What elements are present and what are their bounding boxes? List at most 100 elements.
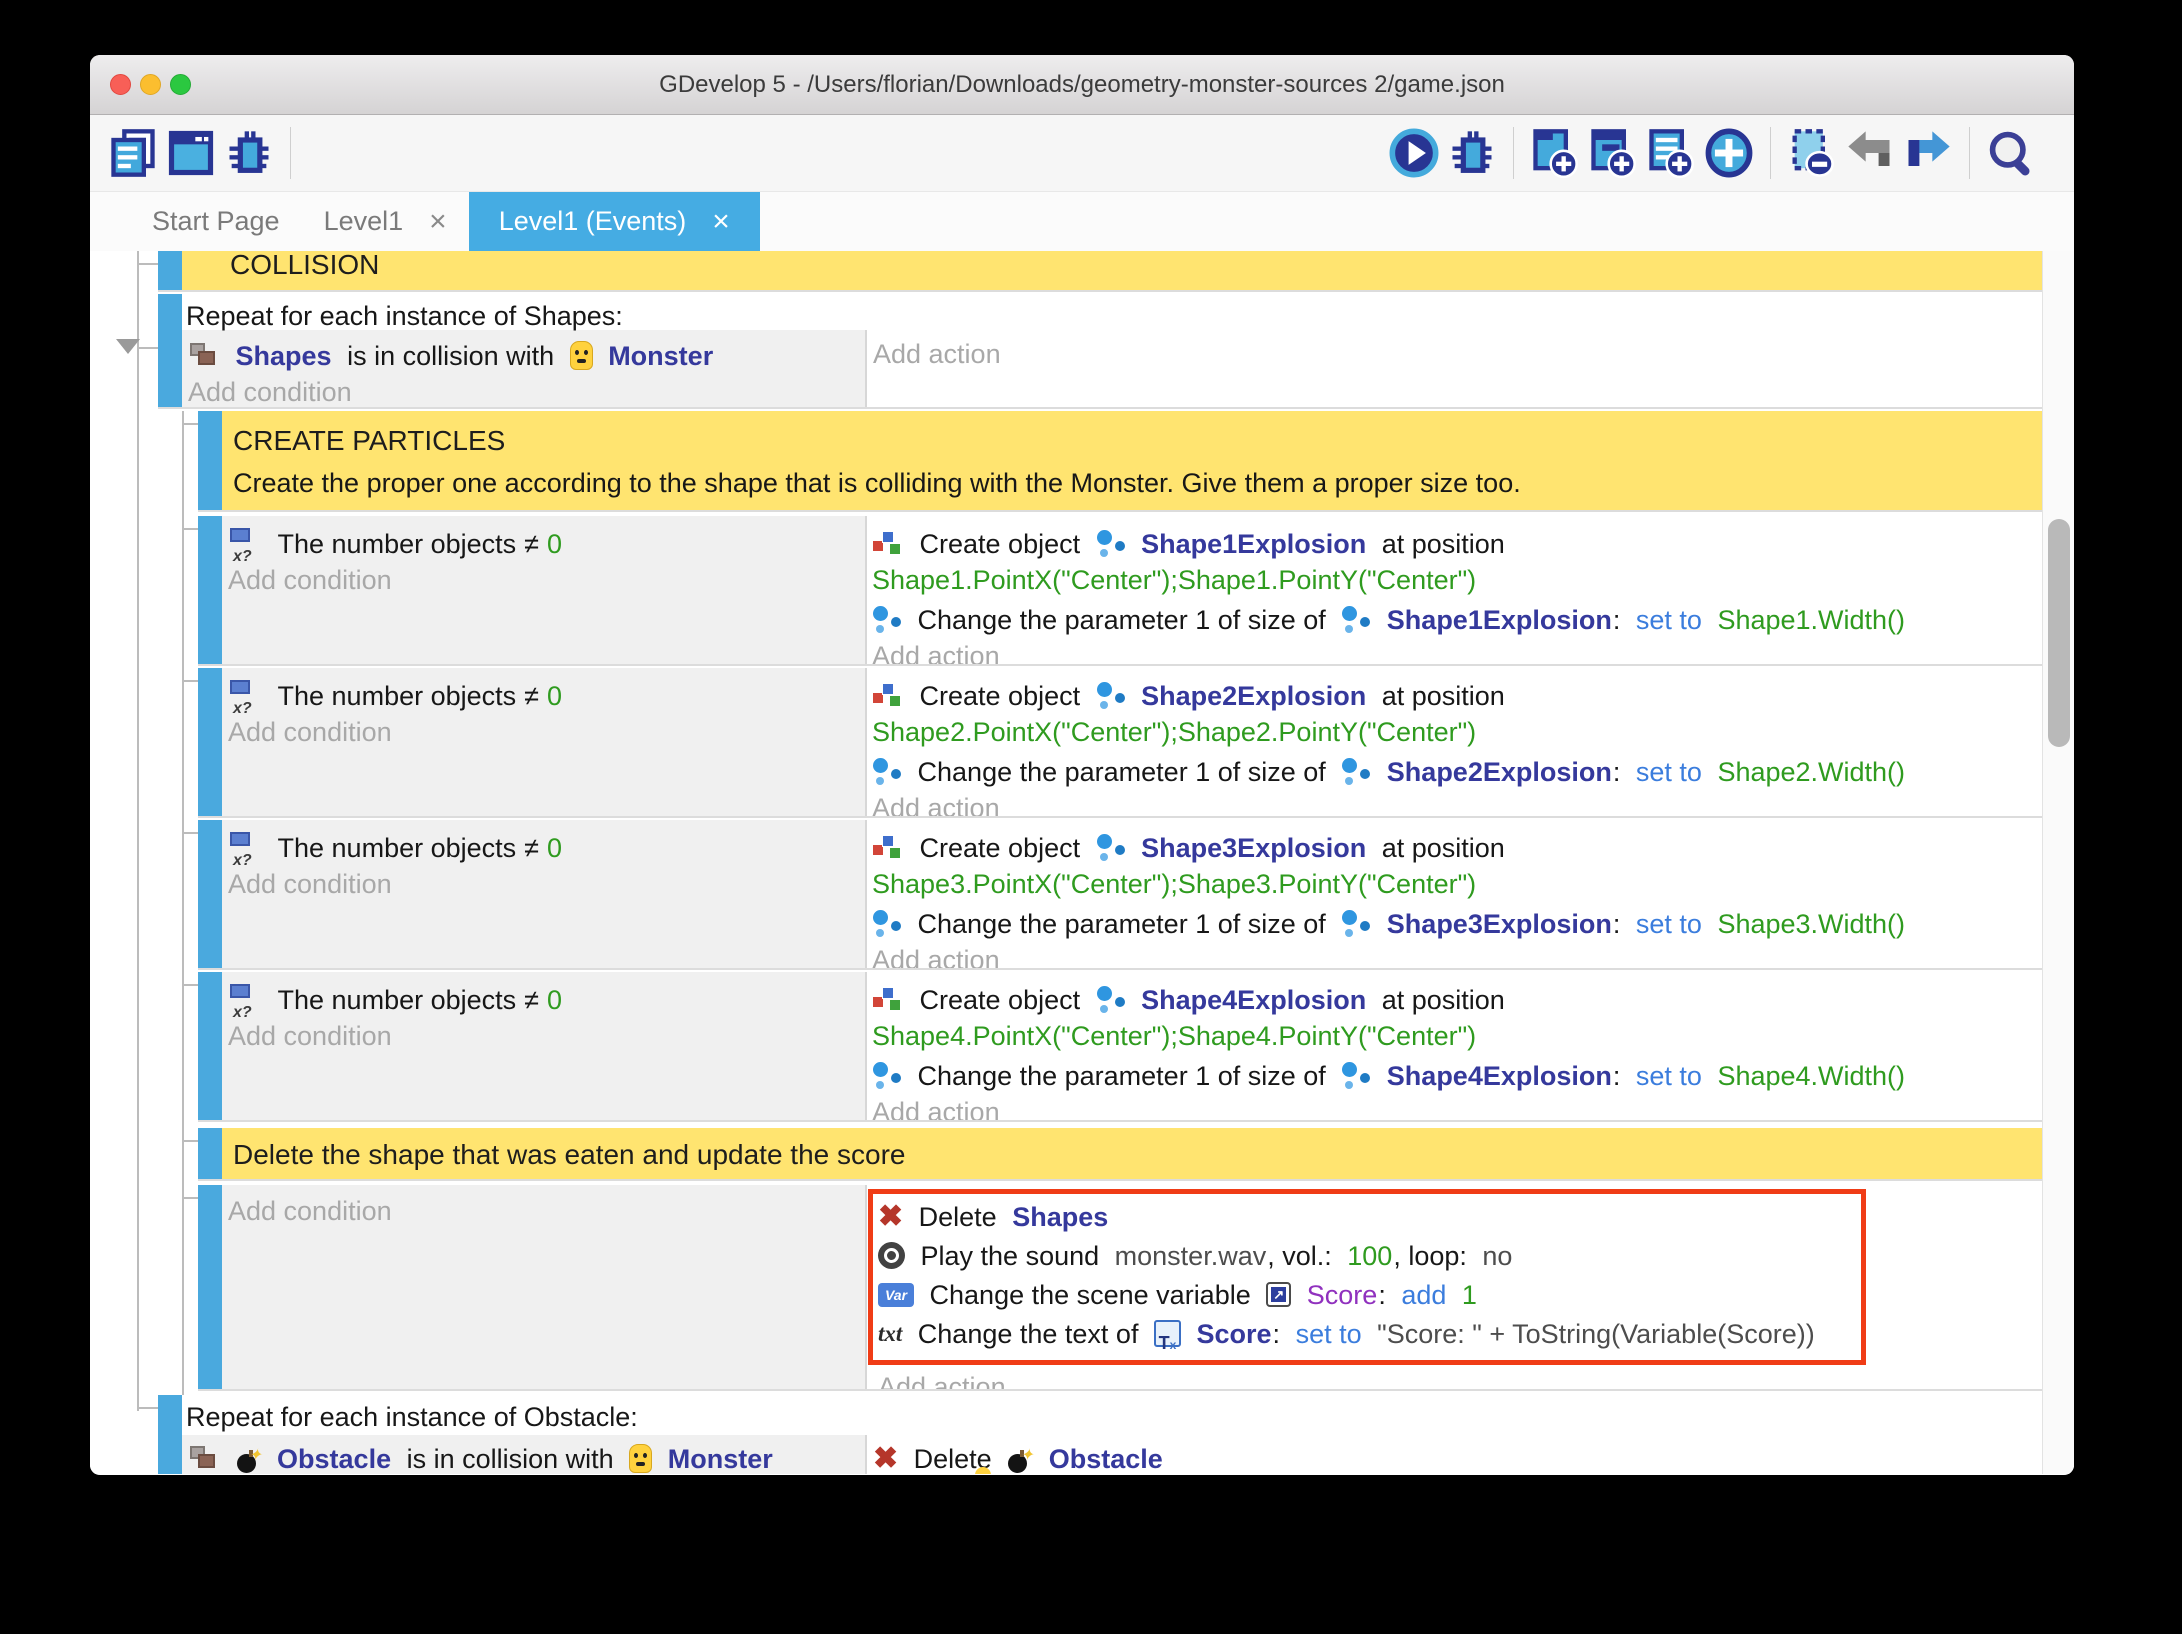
action-change-size[interactable]: Change the parameter 1 of size of Shape2… — [872, 752, 1905, 788]
action-change-size[interactable]: Change the parameter 1 of size of Shape1… — [872, 600, 1905, 636]
add-action-button[interactable]: Add action — [873, 336, 1001, 372]
event-bar — [198, 1128, 222, 1179]
events-sheet: COLLISION Repeat for each instance of Sh… — [90, 251, 2074, 1474]
comment-text: COLLISION — [230, 251, 379, 283]
particle-emitter-icon — [872, 605, 902, 635]
add-condition-button[interactable]: Add condition — [228, 562, 392, 598]
create-object-icon — [872, 834, 904, 862]
minimize-window-button[interactable] — [140, 74, 161, 95]
undo-icon[interactable] — [1841, 124, 1899, 182]
object-count-icon: x? — [228, 680, 262, 712]
tree-tick — [182, 984, 198, 986]
close-tab-icon[interactable]: × — [712, 205, 730, 239]
particle-emitter-icon — [872, 909, 902, 939]
window-title: GDevelop 5 - /Users/florian/Downloads/ge… — [659, 71, 1505, 99]
action-create-object[interactable]: Create object Shape3Explosion at positio… — [872, 828, 1505, 864]
condition-collision[interactable]: ✦ Obstacle is in collision with Monster — [188, 1439, 773, 1474]
tree-line-sub — [182, 411, 184, 1395]
add-action-button[interactable]: Add action — [872, 638, 1000, 666]
highlight-red-box — [868, 1189, 1866, 1365]
action-create-object[interactable]: Create object Shape4Explosion at positio… — [872, 980, 1505, 1016]
add-condition-button[interactable]: Add condition — [228, 1193, 392, 1229]
event-shape3[interactable]: x? The number objects≠0 Add condition Cr… — [198, 820, 2042, 970]
scrollbar-thumb[interactable] — [2048, 519, 2070, 747]
tree-tick — [137, 263, 158, 265]
event-repeat-shapes[interactable]: Repeat for each instance of Shapes: Shap… — [158, 294, 2042, 409]
event-shape4[interactable]: x? The number objects≠0 Add condition Cr… — [198, 972, 2042, 1122]
action-delete-obstacle[interactable]: ✖ Delete ✦ Obstacle — [873, 1439, 1163, 1474]
comment-collision[interactable]: COLLISION — [158, 251, 2042, 292]
close-window-button[interactable] — [110, 74, 131, 95]
add-action-button[interactable]: Add action — [872, 1094, 1000, 1122]
search-icon[interactable] — [1982, 124, 2040, 182]
vertical-scrollbar[interactable] — [2042, 251, 2074, 1474]
add-condition-button[interactable]: Add condition — [188, 374, 352, 409]
tree-tick — [182, 1197, 198, 1199]
project-manager-icon[interactable] — [104, 124, 162, 182]
action-position-expression[interactable]: Shape3.PointX("Center");Shape3.PointY("C… — [872, 866, 1476, 902]
condition-collision[interactable]: Shapes is in collision with Monster — [188, 336, 713, 372]
add-condition-button[interactable]: Add condition — [228, 714, 392, 750]
condition-number-objects[interactable]: x? The number objects≠0 — [228, 524, 562, 560]
comment-create-particles[interactable]: CREATE PARTICLES Create the proper one a… — [198, 411, 2042, 512]
remove-event-icon[interactable] — [1783, 124, 1841, 182]
scene-editor-icon[interactable] — [162, 124, 220, 182]
particle-emitter-icon — [1341, 909, 1371, 939]
event-update-score[interactable]: Add condition ✖ Delete Shapes Play the s… — [198, 1185, 2042, 1391]
add-comment-icon[interactable] — [1642, 124, 1700, 182]
tab-label: Start Page — [152, 206, 280, 237]
tab-start-page[interactable]: Start Page — [130, 192, 302, 251]
add-action-button[interactable]: Add action — [872, 942, 1000, 970]
add-event-icon[interactable] — [1526, 124, 1584, 182]
create-object-icon — [872, 682, 904, 710]
tab-level1-events[interactable]: Level1 (Events) × — [469, 192, 760, 251]
tree-tick — [182, 1140, 198, 1142]
comment-delete-shape[interactable]: Delete the shape that was eaten and upda… — [198, 1128, 2042, 1181]
debugger-icon[interactable] — [220, 124, 278, 182]
action-position-expression[interactable]: Shape4.PointX("Center");Shape4.PointY("C… — [872, 1018, 1476, 1054]
redo-icon[interactable] — [1899, 124, 1957, 182]
toolbar — [90, 115, 2074, 192]
action-create-object[interactable]: Create object Shape2Explosion at positio… — [872, 676, 1505, 712]
condition-number-objects[interactable]: x? The number objects≠0 — [228, 980, 562, 1016]
action-create-object[interactable]: Create object Shape1Explosion at positio… — [872, 524, 1505, 560]
close-tab-icon[interactable]: × — [429, 205, 447, 239]
tree-tick — [182, 832, 198, 834]
shapes-icon — [188, 342, 220, 370]
event-bar — [198, 516, 222, 664]
condition-number-objects[interactable]: x? The number objects≠0 — [228, 828, 562, 864]
add-action-button[interactable]: Add action — [872, 790, 1000, 818]
add-condition-button[interactable]: Add condition — [228, 866, 392, 902]
add-something-icon[interactable] — [1700, 124, 1758, 182]
tree-line — [137, 251, 139, 1411]
particle-emitter-icon — [1096, 529, 1126, 559]
event-bar — [158, 294, 182, 407]
repeat-header[interactable]: Repeat for each instance of Obstacle: — [186, 1399, 638, 1435]
event-bar — [198, 411, 222, 510]
monster-icon — [570, 341, 593, 370]
debug-icon[interactable] — [1443, 124, 1501, 182]
particle-emitter-icon — [1096, 985, 1126, 1015]
tab-bar: Start Page Level1 × Level1 (Events) × — [90, 192, 2074, 251]
tab-label: Level1 (Events) — [499, 206, 687, 237]
action-position-expression[interactable]: Shape1.PointX("Center");Shape1.PointY("C… — [872, 562, 1476, 598]
tab-label: Level1 — [324, 206, 404, 237]
add-condition-button[interactable]: Add condition — [228, 1018, 392, 1054]
action-change-size[interactable]: Change the parameter 1 of size of Shape3… — [872, 904, 1905, 940]
tab-level1[interactable]: Level1 × — [302, 192, 469, 251]
condition-number-objects[interactable]: x? The number objects≠0 — [228, 676, 562, 712]
play-icon[interactable] — [1385, 124, 1443, 182]
action-position-expression[interactable]: Shape2.PointX("Center");Shape2.PointY("C… — [872, 714, 1476, 750]
event-bar — [158, 251, 182, 290]
zoom-window-button[interactable] — [170, 74, 191, 95]
event-shape2[interactable]: x? The number objects≠0 Add condition Cr… — [198, 668, 2042, 818]
particle-emitter-icon — [872, 1061, 902, 1091]
add-subevent-icon[interactable] — [1584, 124, 1642, 182]
add-action-button[interactable]: Add action — [878, 1369, 1006, 1391]
repeat-header[interactable]: Repeat for each instance of Shapes: — [186, 298, 623, 334]
event-repeat-obstacle[interactable]: Repeat for each instance of Obstacle: ✦ … — [158, 1395, 2042, 1474]
collapse-triangle-icon[interactable] — [116, 339, 140, 354]
object-count-icon: x? — [228, 528, 262, 560]
event-shape1[interactable]: x? The number objects≠0 Add condition Cr… — [198, 516, 2042, 666]
action-change-size[interactable]: Change the parameter 1 of size of Shape4… — [872, 1056, 1905, 1092]
